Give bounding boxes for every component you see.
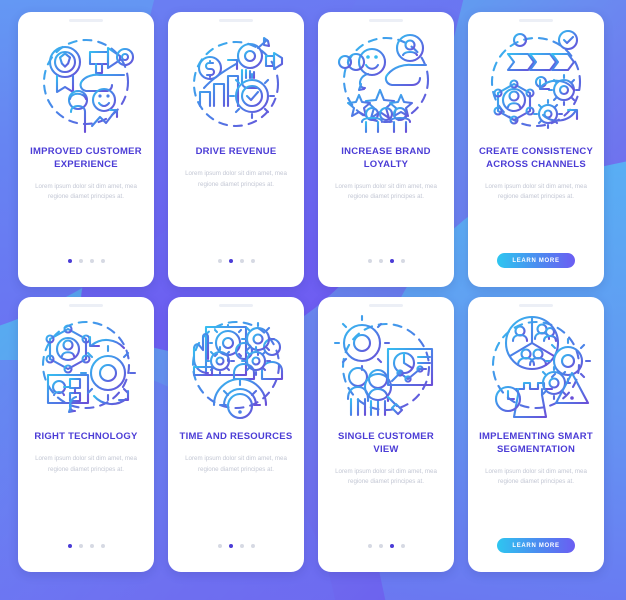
card-body-text: Lorem ipsum dolor sit dim amet, mea regi… — [485, 182, 587, 201]
onboarding-card-drive-revenue[interactable]: DRIVE REVENUE Lorem ipsum dolor sit dim … — [168, 12, 304, 287]
onboarding-card-implementing-smart-segmentation[interactable]: IMPLEMENTING SMART SEGMENTATION Lorem ip… — [468, 297, 604, 572]
card-body-text: Lorem ipsum dolor sit dim amet, mea regi… — [185, 454, 287, 473]
pie-segments-people-castle-gears-warning-icon — [480, 311, 592, 423]
pagination-dot[interactable] — [378, 544, 383, 548]
pagination-dot[interactable] — [400, 259, 405, 263]
onboarding-card-increase-brand-loyalty[interactable]: INCREASE BRAND LOYALTY Lorem ipsum dolor… — [318, 12, 454, 287]
pagination-dots[interactable] — [217, 259, 255, 263]
phone-speaker-notch — [519, 304, 553, 307]
phone-speaker-notch — [519, 19, 553, 22]
card-title: INCREASE BRAND LOYALTY — [341, 146, 431, 170]
phone-speaker-notch — [69, 19, 103, 22]
phone-speaker-notch — [369, 304, 403, 307]
onboarding-screens-board: IMPROVED CUSTOMER EXPERIENCE Lorem ipsum… — [0, 0, 626, 600]
pagination-dot[interactable] — [100, 544, 105, 548]
pagination-dot[interactable] — [217, 259, 222, 263]
onboarding-card-single-customer-view[interactable]: SINGLE CUSTOMER VIEW Lorem ipsum dolor s… — [318, 297, 454, 572]
card-title: CREATE CONSISTENCY ACROSS CHANNELS — [478, 146, 594, 170]
pagination-dot[interactable] — [228, 259, 233, 263]
award-megaphone-smiley-customer-icon — [30, 26, 142, 138]
pagination-dot[interactable] — [89, 544, 94, 548]
gears-people-gauge-alert-icon — [180, 311, 292, 423]
pagination-dot[interactable] — [78, 259, 83, 263]
learn-more-button[interactable]: LEARN MORE — [497, 538, 575, 553]
smiley-rating-stars-hand-people-icon — [330, 26, 442, 138]
card-body-text: Lorem ipsum dolor sit dim amet, mea regi… — [335, 467, 437, 486]
onboarding-card-improved-customer-experience[interactable]: IMPROVED CUSTOMER EXPERIENCE Lorem ipsum… — [18, 12, 154, 287]
pagination-dot[interactable] — [389, 544, 394, 548]
pagination-dots[interactable] — [67, 259, 105, 263]
gear-alert-magnifier-analytics-board-icon — [330, 311, 442, 423]
phone-speaker-notch — [69, 304, 103, 307]
pagination-dot[interactable] — [367, 259, 372, 263]
network-user-gear-alert-dashboard-icon — [30, 311, 142, 423]
pagination-dot[interactable] — [239, 259, 244, 263]
pagination-dot[interactable] — [378, 259, 383, 263]
card-body-text: Lorem ipsum dolor sit dim amet, mea regi… — [35, 454, 137, 473]
screens-grid: IMPROVED CUSTOMER EXPERIENCE Lorem ipsum… — [0, 0, 626, 584]
pagination-dot[interactable] — [239, 544, 244, 548]
learn-more-button[interactable]: LEARN MORE — [497, 253, 575, 268]
pagination-dot[interactable] — [100, 259, 105, 263]
pagination-dot[interactable] — [367, 544, 372, 548]
onboarding-card-time-and-resources[interactable]: TIME AND RESOURCES Lorem ipsum dolor sit… — [168, 297, 304, 572]
card-body-text: Lorem ipsum dolor sit dim amet, mea regi… — [35, 182, 137, 201]
pagination-dot[interactable] — [67, 544, 72, 548]
pagination-dots[interactable] — [367, 544, 405, 548]
pagination-dot[interactable] — [400, 544, 405, 548]
pagination-dots[interactable] — [217, 544, 255, 548]
phone-speaker-notch — [219, 19, 253, 22]
pagination-dot[interactable] — [228, 544, 233, 548]
card-title: IMPROVED CUSTOMER EXPERIENCE — [30, 146, 142, 170]
pagination-dot[interactable] — [250, 544, 255, 548]
dollar-growth-chart-gear-target-icon — [180, 26, 292, 138]
onboarding-card-right-technology[interactable]: RIGHT TECHNOLOGY Lorem ipsum dolor sit d… — [18, 297, 154, 572]
pagination-dot[interactable] — [78, 544, 83, 548]
phone-speaker-notch — [369, 19, 403, 22]
card-body-text: Lorem ipsum dolor sit dim amet, mea regi… — [485, 467, 587, 486]
network-flow-gears-sync-icon — [480, 26, 592, 138]
card-title: DRIVE REVENUE — [195, 146, 277, 157]
pagination-dots[interactable] — [367, 259, 405, 263]
pagination-dot[interactable] — [89, 259, 94, 263]
card-title: IMPLEMENTING SMART SEGMENTATION — [479, 431, 593, 455]
card-body-text: Lorem ipsum dolor sit dim amet, mea regi… — [335, 182, 437, 201]
card-title: RIGHT TECHNOLOGY — [34, 431, 138, 442]
card-title: SINGLE CUSTOMER VIEW — [338, 431, 434, 455]
card-body-text: Lorem ipsum dolor sit dim amet, mea regi… — [185, 169, 287, 188]
phone-speaker-notch — [219, 304, 253, 307]
pagination-dot[interactable] — [217, 544, 222, 548]
pagination-dot[interactable] — [389, 259, 394, 263]
onboarding-card-create-consistency-across-channels[interactable]: CREATE CONSISTENCY ACROSS CHANNELS Lorem… — [468, 12, 604, 287]
card-title: TIME AND RESOURCES — [179, 431, 293, 442]
pagination-dots[interactable] — [67, 544, 105, 548]
pagination-dot[interactable] — [250, 259, 255, 263]
pagination-dot[interactable] — [67, 259, 72, 263]
